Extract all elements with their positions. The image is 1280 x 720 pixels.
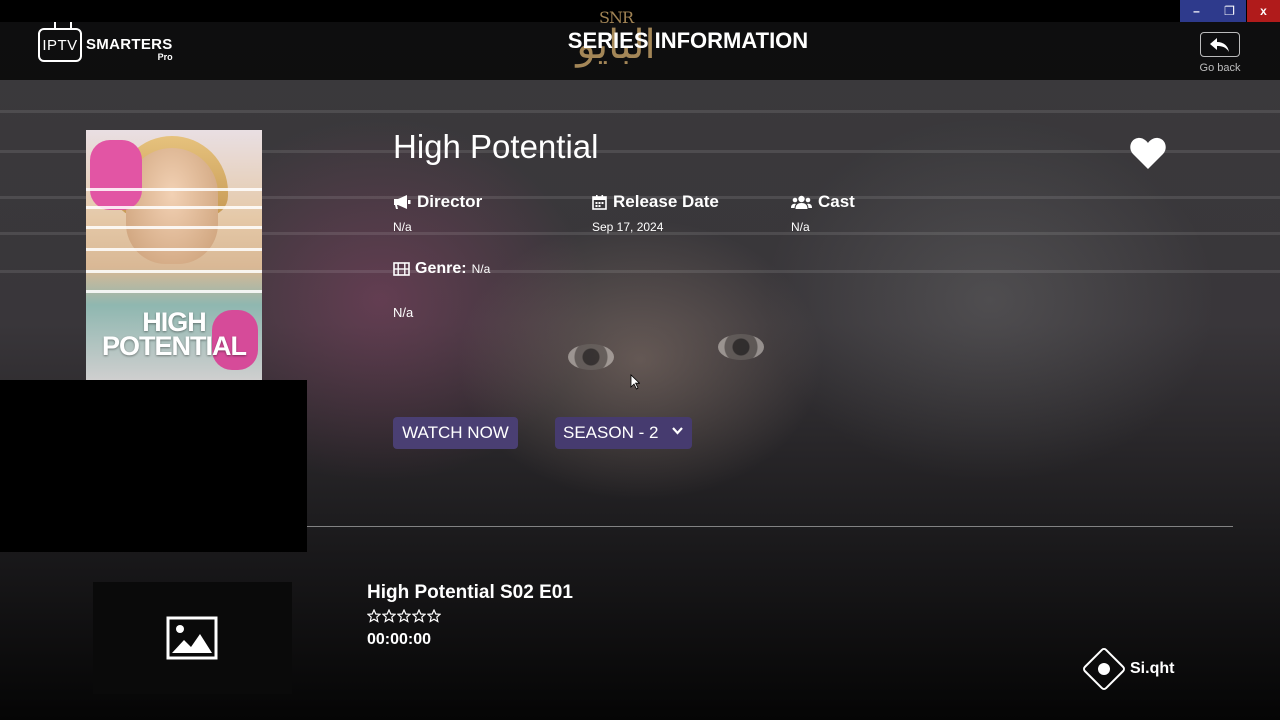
logo-tv-mark: IPTV [38, 28, 82, 62]
logo-brand-text: SMARTERS [86, 36, 173, 53]
megaphone-icon [394, 195, 411, 209]
logo-tv-text: IPTV [42, 36, 78, 54]
star-icon [427, 609, 441, 623]
episode-rating-stars [367, 609, 442, 623]
cast-block: Cast N/a [791, 192, 855, 234]
star-icon [367, 609, 381, 623]
episode-title[interactable]: High Potential S02 E01 [367, 582, 573, 604]
app-logo: IPTV SMARTERS Pro [38, 28, 173, 62]
page-title: SERIES INFORMATION [567, 28, 809, 53]
film-icon [393, 262, 410, 276]
minimize-button[interactable]: – [1180, 0, 1213, 22]
back-arrow-icon[interactable] [1200, 32, 1240, 57]
users-icon [791, 195, 812, 209]
series-poster: HIGH POTENTIAL [86, 130, 262, 380]
watch-now-button[interactable]: WATCH NOW [393, 417, 518, 449]
siqht-badge: Si.qht [1081, 646, 1175, 692]
chevron-down-icon [672, 427, 683, 435]
logo-sub-text: Pro [157, 52, 173, 62]
mouse-cursor-icon [630, 374, 640, 390]
plot-text: N/a [393, 305, 414, 320]
season-select[interactable]: SEASON - 2 [555, 417, 692, 449]
image-placeholder-icon [166, 616, 218, 660]
release-date-value: Sep 17, 2024 [592, 220, 664, 234]
star-icon [382, 609, 396, 623]
go-back-button[interactable]: Go back [1196, 32, 1244, 74]
genre-label: Genre: [415, 260, 467, 277]
episode-thumbnail[interactable] [93, 582, 292, 694]
close-button[interactable]: x [1247, 0, 1280, 22]
app-header: IPTV SMARTERS Pro SNR البايو SERIES INFO… [0, 8, 1280, 80]
director-label: Director [417, 192, 483, 211]
release-date-label: Release Date [613, 192, 719, 211]
season-select-value: SEASON - 2 [563, 423, 659, 442]
director-value: N/a [393, 220, 412, 234]
cast-value: N/a [791, 220, 810, 234]
cast-label: Cast [818, 192, 855, 211]
poster-title: HIGH POTENTIAL [102, 307, 247, 362]
episode-duration: 00:00:00 [367, 631, 432, 648]
section-divider [307, 526, 1233, 527]
favorite-heart-icon[interactable] [1129, 136, 1167, 170]
release-date-block: Release Date Sep 17, 2024 [592, 192, 719, 234]
series-title: High Potential [393, 128, 599, 165]
genre-row: Genre: N/a [393, 260, 490, 278]
director-block: Director N/a [393, 192, 482, 234]
go-back-label: Go back [1199, 62, 1241, 74]
star-icon [397, 609, 411, 623]
poster-shadow-block [0, 380, 307, 552]
calendar-icon [592, 195, 607, 210]
star-icon [412, 609, 426, 623]
siqht-label: Si.qht [1130, 660, 1175, 677]
maximize-button[interactable]: ❐ [1213, 0, 1246, 22]
siqht-logo-icon [1081, 646, 1127, 692]
genre-value: N/a [471, 262, 491, 276]
